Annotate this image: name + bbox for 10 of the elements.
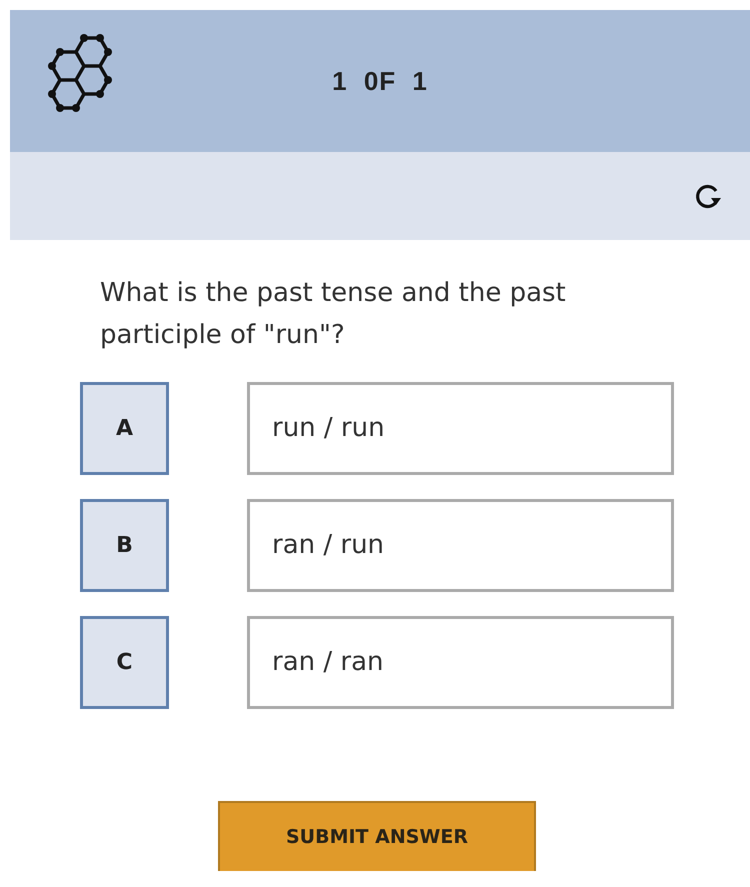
submit-answer-button[interactable]: SUBMIT ANSWER <box>218 801 536 871</box>
refresh-icon[interactable] <box>694 182 722 210</box>
answer-option[interactable]: run / run <box>247 382 674 475</box>
question-text: What is the past tense and the past participle of "run"? <box>100 277 567 352</box>
option-letter-button[interactable]: C <box>80 616 169 709</box>
option-letter-button[interactable]: A <box>80 382 169 475</box>
answer-option[interactable]: ran / run <box>247 499 674 592</box>
answer-option[interactable]: ran / ran <box>247 616 674 709</box>
question-counter: 1 0F 1 <box>332 64 428 98</box>
option-letter-button[interactable]: B <box>80 499 169 592</box>
